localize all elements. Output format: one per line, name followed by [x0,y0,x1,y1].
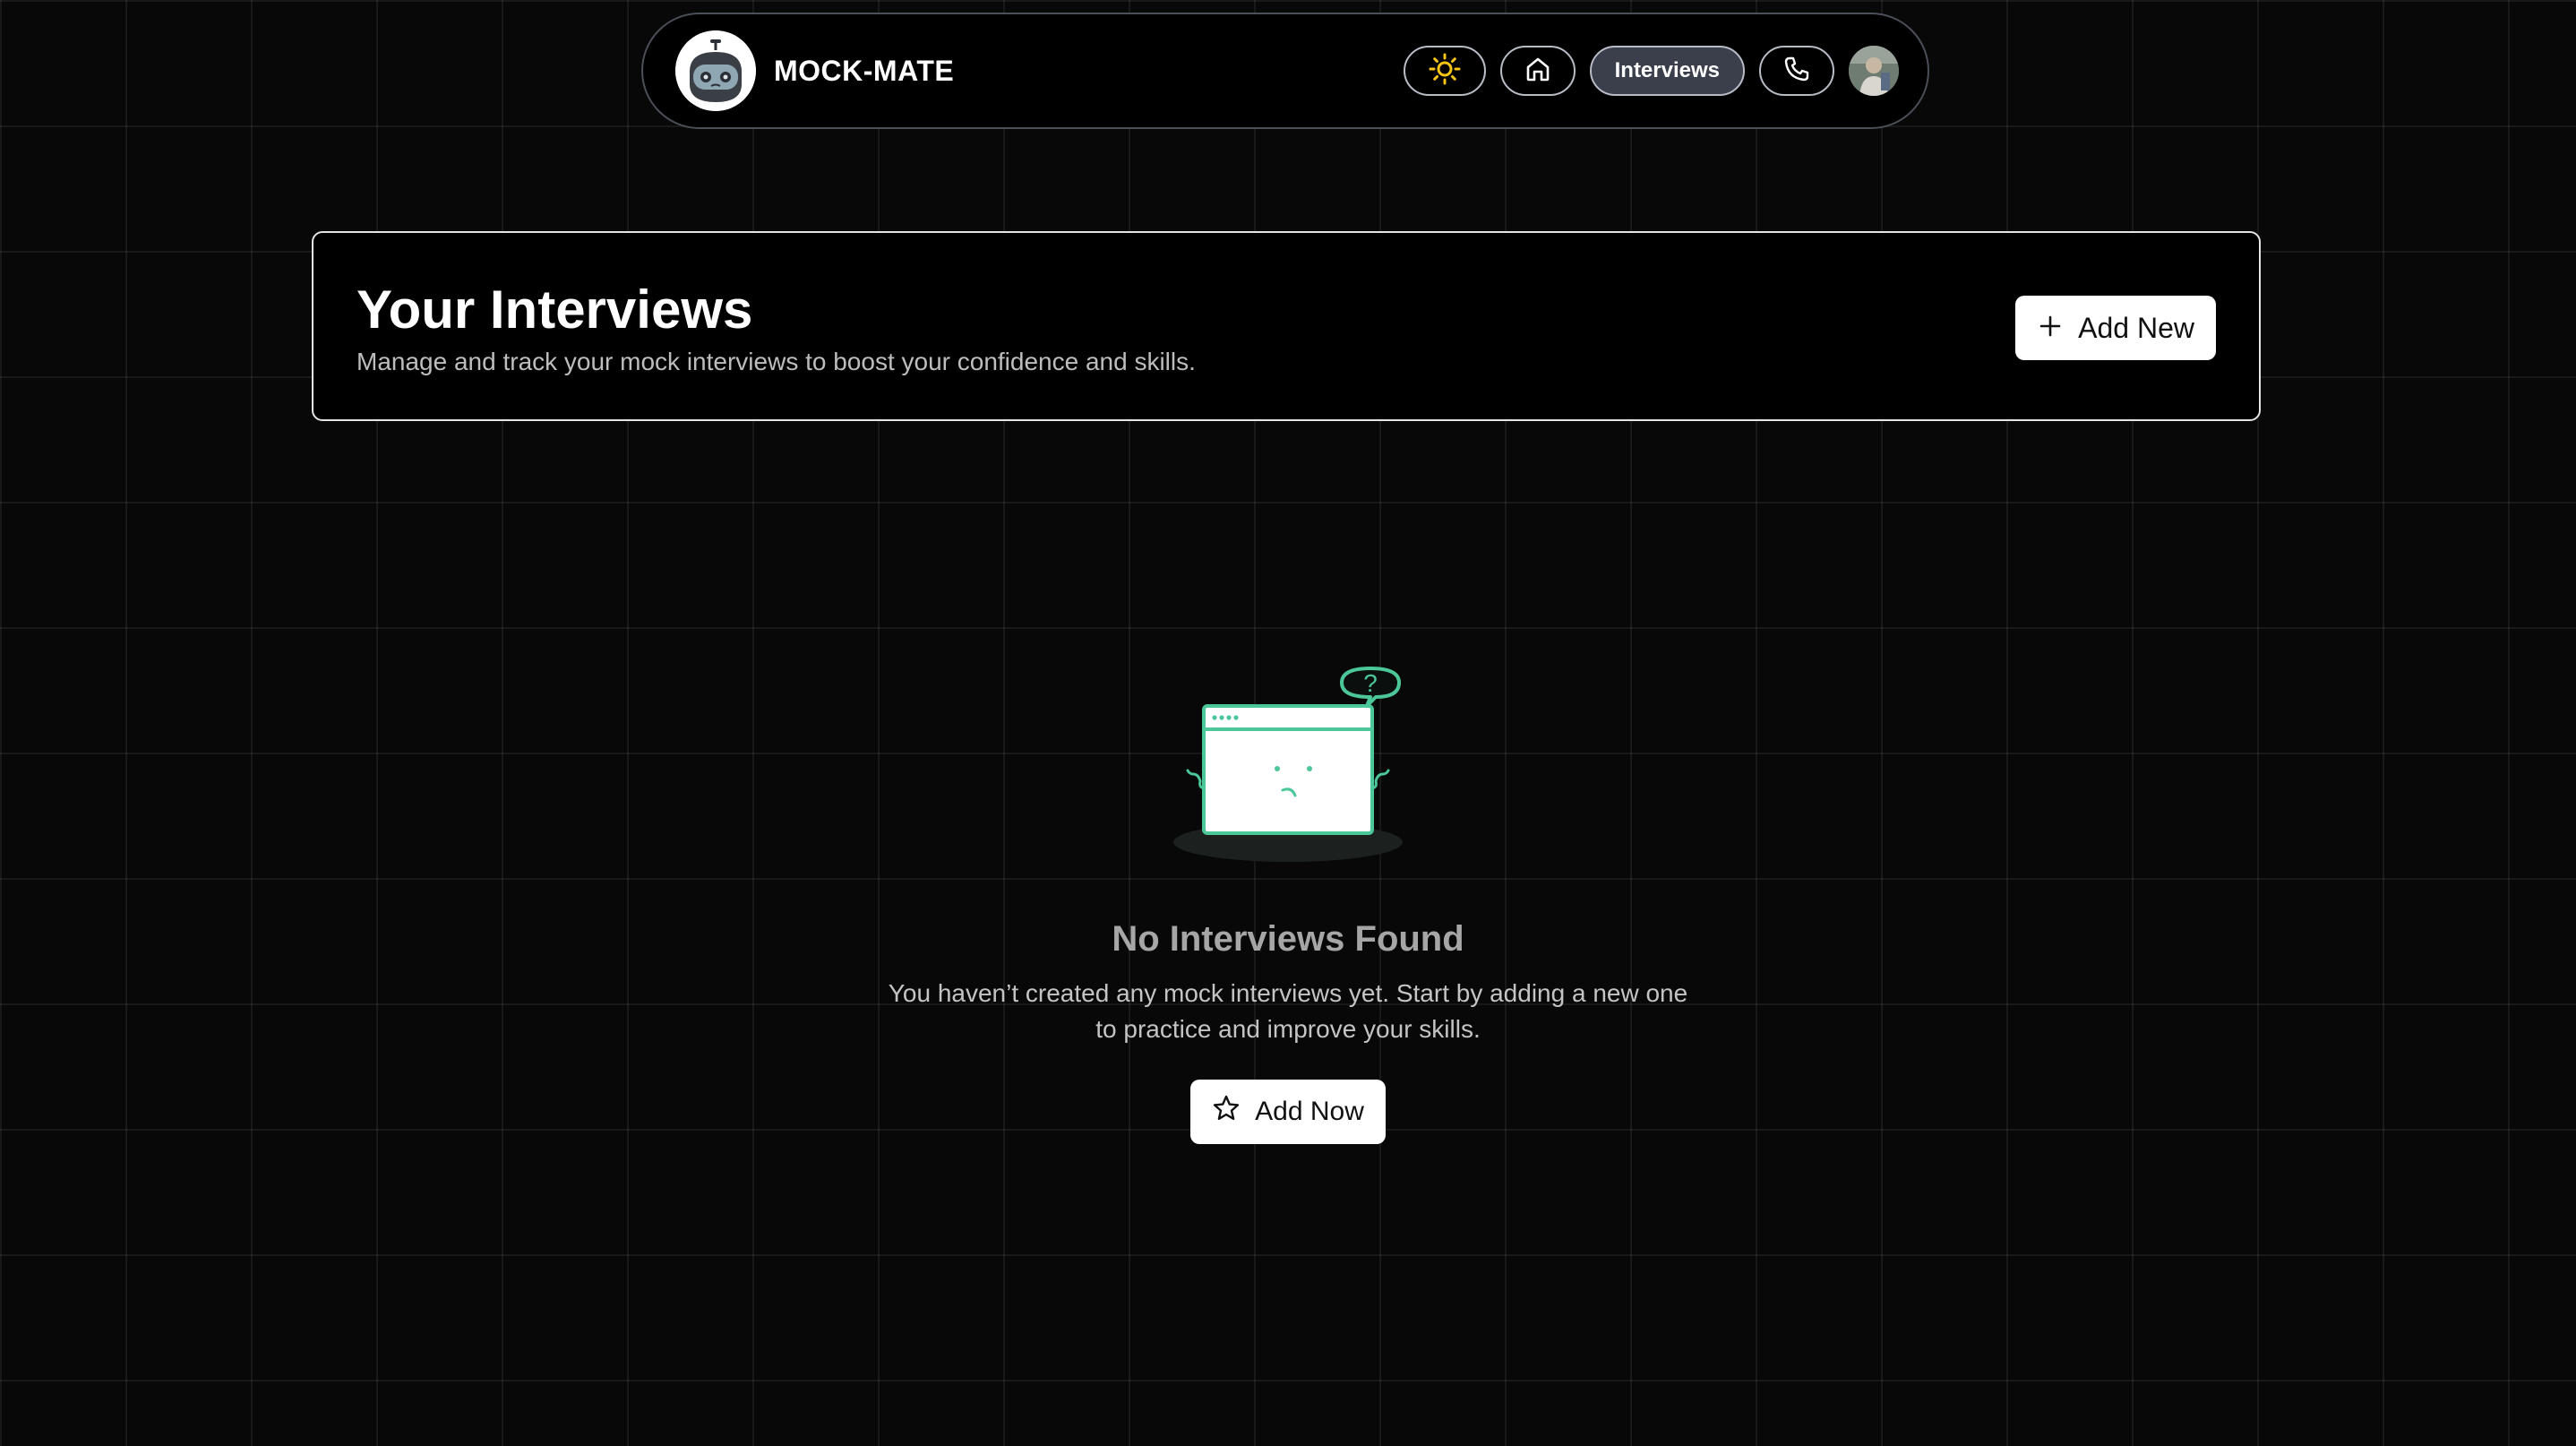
tab-interviews[interactable]: Interviews [1589,46,1745,96]
contact-button[interactable] [1759,46,1834,96]
theme-toggle-button[interactable] [1403,46,1486,96]
svg-text:?: ? [1363,669,1378,697]
brand-name: MOCK-MATE [774,54,955,87]
add-now-button[interactable]: Add Now [1190,1080,1386,1144]
top-navbar: MOCK-MATE Interviews [641,13,1929,129]
add-new-button[interactable]: Add New [2015,296,2216,360]
phone-icon [1782,55,1811,88]
page-title: Your Interviews [356,280,753,340]
page: MOCK-MATE Interviews Your Interviews Man… [0,0,2576,1446]
home-button[interactable] [1499,46,1576,96]
empty-state-title: No Interviews Found [1112,919,1464,959]
empty-state-description: You haven’t created any mock interviews … [888,979,1688,1043]
user-avatar[interactable] [1849,46,1899,96]
confused-browser-window-illustration: ? [1145,663,1431,869]
empty-state: ? No Interviews Found You haven’t create… [0,663,2576,1144]
interviews-header: Your Interviews Manage and track your mo… [312,231,2261,421]
add-now-label: Add Now [1255,1097,1364,1126]
page-subtitle: Manage and track your mock interviews to… [356,348,1196,375]
nav-actions: Interviews [1403,46,1899,96]
add-new-label: Add New [2078,311,2194,344]
star-icon [1212,1094,1241,1130]
sun-icon [1428,52,1462,90]
home-icon [1524,55,1552,88]
plus-icon [2039,312,2062,345]
robot-face-icon [675,30,756,111]
brand-link[interactable]: MOCK-MATE [675,30,954,111]
